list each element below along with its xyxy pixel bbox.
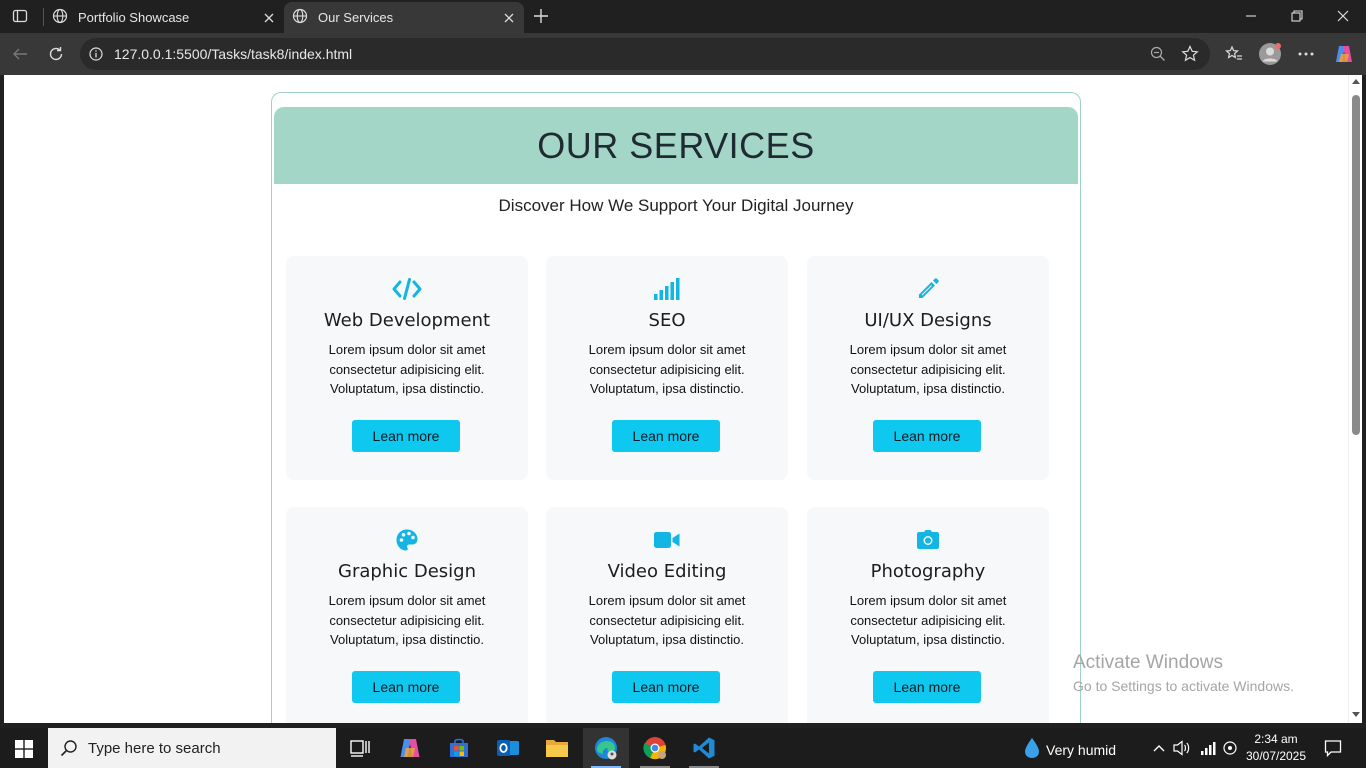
url-text: 127.0.0.1:5500/Tasks/task8/index.html: [114, 46, 353, 62]
tab-title: Portfolio Showcase: [78, 10, 190, 25]
learn-more-button[interactable]: Lean more: [352, 671, 460, 703]
vscode-icon[interactable]: [681, 728, 727, 768]
scroll-down-arrow-icon[interactable]: [1352, 712, 1360, 717]
card-text: Lorem ipsum dolor sit amet consectetur a…: [849, 593, 1007, 647]
new-tab-icon[interactable]: [530, 5, 552, 27]
card-title: Web Development: [323, 310, 491, 331]
favorites-icon[interactable]: [1222, 42, 1246, 66]
more-options-icon[interactable]: [1294, 42, 1318, 66]
card-title: Graphic Design: [338, 561, 476, 582]
chrome-icon[interactable]: [632, 728, 678, 768]
zoom-icon[interactable]: [1148, 44, 1168, 64]
close-window-icon[interactable]: [1332, 5, 1354, 27]
weather-widget[interactable]: Very humid: [1024, 737, 1116, 762]
restore-icon[interactable]: [1286, 5, 1308, 27]
card-text: Lorem ipsum dolor sit amet consectetur a…: [588, 342, 746, 396]
file-explorer-icon[interactable]: [534, 728, 580, 768]
taskbar-search-box[interactable]: Type here to search: [48, 728, 336, 768]
site-info-icon[interactable]: [88, 46, 104, 62]
refresh-icon[interactable]: [44, 42, 68, 66]
edge-browser-icon[interactable]: [583, 728, 629, 768]
window-border: [1362, 75, 1366, 723]
clock-time: 2:34 am: [1254, 732, 1298, 746]
network-icon[interactable]: [1198, 738, 1218, 758]
scrollbar-thumb[interactable]: [1352, 95, 1360, 435]
page-scrollbar[interactable]: [1348, 75, 1362, 723]
learn-more-button[interactable]: Lean more: [612, 420, 720, 452]
page-subtitle: Discover How We Support Your Digital Jou…: [498, 196, 854, 215]
learn-more-button[interactable]: Lean more: [873, 671, 981, 703]
address-toolbar: 127.0.0.1:5500/Tasks/task8/index.html: [0, 33, 1366, 75]
minimize-icon[interactable]: [1240, 5, 1262, 27]
pencil-icon: [807, 276, 1049, 302]
taskbar-clock[interactable]: 2:34 am 30/07/2025: [1244, 731, 1308, 765]
weather-text: Very humid: [1046, 741, 1117, 758]
location-icon[interactable]: [1220, 738, 1240, 758]
speaker-icon[interactable]: [1172, 738, 1192, 758]
search-placeholder: Type here to search: [88, 740, 221, 757]
services-banner: OUR SERVICES: [274, 107, 1078, 184]
activate-windows-watermark: Activate Windows: [1073, 652, 1223, 673]
browser-tab-bar: Portfolio Showcase Our Services: [0, 0, 1366, 33]
notification-icon[interactable]: [1322, 737, 1344, 759]
windows-start-icon[interactable]: [10, 738, 38, 760]
tab-our-services[interactable]: Our Services: [284, 2, 524, 33]
card-text: Lorem ipsum dolor sit amet consectetur a…: [588, 593, 746, 647]
card-text: Lorem ipsum dolor sit amet consectetur a…: [328, 593, 486, 647]
activate-windows-hint: Go to Settings to activate Windows.: [1073, 678, 1294, 694]
page-title: OUR SERVICES: [537, 124, 815, 166]
card-title: UI/UX Designs: [864, 310, 992, 331]
address-bar[interactable]: 127.0.0.1:5500/Tasks/task8/index.html: [80, 38, 1210, 70]
code-icon: [286, 276, 528, 302]
tab-title: Our Services: [318, 10, 394, 25]
tab-portfolio-showcase[interactable]: Portfolio Showcase: [44, 2, 284, 33]
learn-more-button[interactable]: Lean more: [352, 420, 460, 452]
copilot-app-icon[interactable]: [387, 728, 433, 768]
rain-drop-icon: [1024, 737, 1040, 762]
globe-icon: [52, 8, 68, 27]
task-view-icon[interactable]: [337, 728, 383, 768]
card-title: SEO: [648, 310, 686, 331]
favorite-star-icon[interactable]: [1180, 44, 1200, 64]
clock-date: 30/07/2025: [1245, 749, 1307, 763]
scroll-up-arrow-icon[interactable]: [1352, 79, 1360, 84]
copilot-icon[interactable]: [1332, 42, 1356, 66]
card-title: Video Editing: [607, 561, 727, 582]
card-title: Photography: [870, 561, 986, 582]
search-icon: [60, 739, 78, 757]
video-camera-icon: [546, 527, 788, 553]
tab-actions-icon[interactable]: [8, 4, 32, 28]
close-tab-icon[interactable]: [500, 9, 518, 27]
card-text: Lorem ipsum dolor sit amet consectetur a…: [328, 342, 486, 396]
globe-icon: [292, 8, 308, 27]
service-card-ui-ux-designs: UI/UX Designs Lorem ipsum dolor sit amet…: [807, 256, 1049, 480]
chevron-up-icon[interactable]: [1149, 738, 1169, 758]
page-viewport: OUR SERVICES Discover How We Support You…: [4, 75, 1348, 723]
back-arrow-icon[interactable]: [8, 42, 32, 66]
microsoft-store-icon[interactable]: [436, 728, 482, 768]
windows-taskbar: Type here to search Very humid 2:34 am 3…: [0, 728, 1366, 768]
services-container: OUR SERVICES Discover How We Support You…: [271, 92, 1081, 723]
learn-more-button[interactable]: Lean more: [612, 671, 720, 703]
service-card-graphic-design: Graphic Design Lorem ipsum dolor sit ame…: [286, 507, 528, 723]
service-card-web-development: Web Development Lorem ipsum dolor sit am…: [286, 256, 528, 480]
close-tab-icon[interactable]: [260, 9, 278, 27]
profile-avatar-icon[interactable]: [1258, 42, 1282, 66]
service-card-seo: SEO Lorem ipsum dolor sit amet consectet…: [546, 256, 788, 480]
palette-icon: [286, 527, 528, 553]
camera-icon: [807, 527, 1049, 553]
card-text: Lorem ipsum dolor sit amet consectetur a…: [849, 342, 1007, 396]
service-card-photography: Photography Lorem ipsum dolor sit amet c…: [807, 507, 1049, 723]
service-card-video-editing: Video Editing Lorem ipsum dolor sit amet…: [546, 507, 788, 723]
signal-bars-icon: [546, 276, 788, 302]
outlook-icon[interactable]: [485, 728, 531, 768]
learn-more-button[interactable]: Lean more: [873, 420, 981, 452]
